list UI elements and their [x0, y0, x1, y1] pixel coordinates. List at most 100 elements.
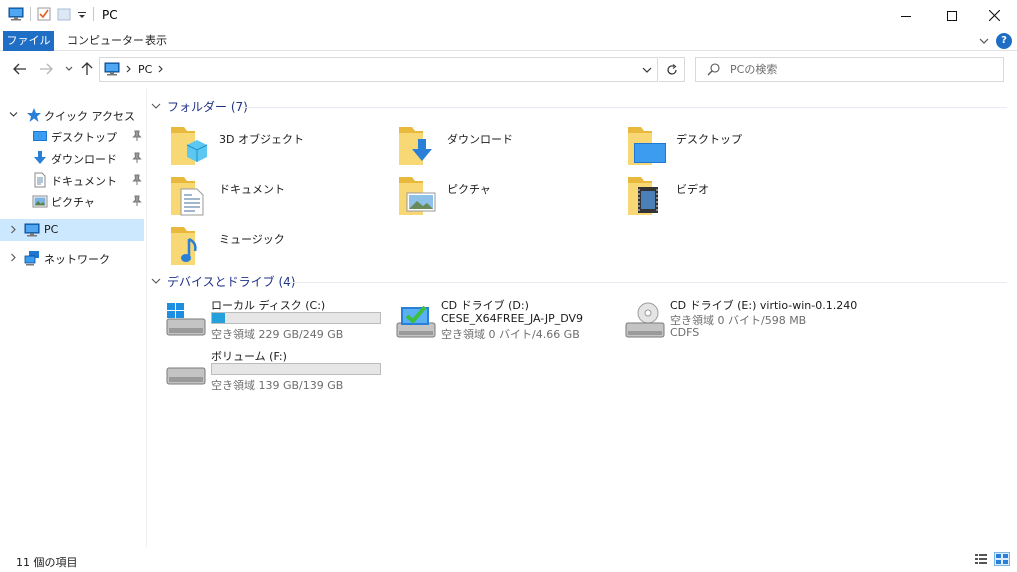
this-pc-icon — [104, 62, 120, 76]
refresh-icon — [666, 63, 677, 75]
chevron-right-icon[interactable] — [126, 65, 132, 73]
drive-item-f[interactable]: ボリューム (F:) 空き領域 139 GB/139 GB — [163, 348, 393, 394]
drive-name: CD ドライブ (D:) — [441, 299, 529, 312]
forward-button[interactable] — [38, 61, 54, 77]
folder-name: ミュージック — [219, 233, 285, 246]
drive-free-space: 空き領域 0 バイト/4.66 GB — [441, 328, 580, 341]
tab-file[interactable]: ファイル — [3, 31, 54, 51]
drive-usage-bar — [211, 312, 381, 324]
windows-drive-icon — [166, 303, 206, 336]
folder-item-desktop[interactable]: デスクトップ — [624, 125, 844, 171]
status-bar: 11 個の項目 — [0, 548, 1017, 572]
documents-folder-icon — [171, 177, 204, 216]
customize-toolbar-icon[interactable] — [77, 7, 87, 21]
sidebar-item-label: PC — [44, 223, 59, 236]
drive-name: ボリューム (F:) — [211, 350, 287, 363]
folder-name: ドキュメント — [219, 183, 285, 196]
toolbar-separator — [30, 7, 31, 21]
help-button[interactable]: ? — [996, 33, 1012, 49]
refresh-button[interactable] — [659, 57, 685, 82]
drive-free-space: 空き領域 139 GB/139 GB — [211, 379, 344, 392]
address-bar[interactable]: PC — [99, 57, 658, 82]
folder-item-documents[interactable]: ドキュメント — [167, 175, 387, 221]
pin-icon[interactable] — [132, 174, 142, 186]
expand-ribbon-icon[interactable] — [978, 35, 990, 47]
folder-name: ビデオ — [676, 183, 709, 196]
group-header-drives[interactable]: デバイスとドライブ (4) — [151, 272, 295, 290]
back-button[interactable] — [12, 61, 28, 77]
tab-view[interactable]: 表示 — [136, 31, 176, 51]
maximize-button[interactable] — [929, 0, 975, 31]
sidebar-item-pc[interactable]: PC — [0, 219, 144, 241]
up-button[interactable] — [79, 61, 95, 77]
folder-item-downloads[interactable]: ダウンロード — [395, 125, 615, 171]
hard-drive-icon — [166, 367, 206, 385]
chevron-right-icon[interactable] — [9, 253, 18, 262]
details-view-icon[interactable] — [974, 553, 988, 565]
navigation-bar: PC — [0, 51, 1017, 89]
breadcrumb-pc[interactable]: PC — [138, 63, 152, 76]
sidebar-item-pictures[interactable]: ピクチャ — [0, 190, 144, 212]
sidebar-item-quick-access[interactable]: クイック アクセス — [0, 104, 144, 126]
folder-name: 3D オブジェクト — [219, 133, 304, 146]
tiles-view-icon[interactable] — [994, 552, 1010, 566]
sidebar-item-label: ネットワーク — [44, 253, 110, 266]
3d-objects-folder-icon — [171, 127, 208, 165]
music-folder-icon — [171, 227, 197, 265]
folder-name: デスクトップ — [676, 133, 742, 146]
properties-icon[interactable] — [37, 7, 51, 21]
folder-item-music[interactable]: ミュージック — [167, 225, 387, 271]
sidebar-item-desktop[interactable]: デスクトップ — [0, 125, 144, 147]
folder-item-videos[interactable]: ビデオ — [624, 175, 844, 221]
arrow-up-icon — [81, 62, 93, 75]
pin-icon[interactable] — [132, 152, 142, 164]
documents-icon — [34, 172, 46, 188]
drive-volume-label: CESE_X64FREE_JA-JP_DV9 — [441, 312, 584, 325]
this-pc-icon — [8, 7, 24, 21]
close-button[interactable] — [971, 0, 1017, 31]
sidebar-item-documents[interactable]: ドキュメント — [0, 169, 144, 191]
drive-item-c[interactable]: ローカル ディスク (C:) 空き領域 229 GB/249 GB — [163, 297, 393, 343]
chevron-down-icon[interactable] — [9, 110, 18, 119]
search-input[interactable] — [730, 61, 990, 78]
minimize-button[interactable] — [883, 0, 929, 31]
chevron-down-icon — [151, 103, 161, 109]
chevron-right-icon[interactable] — [9, 225, 18, 234]
chevron-down-icon — [642, 67, 652, 73]
search-box[interactable] — [695, 57, 1004, 82]
chevron-right-icon[interactable] — [158, 65, 164, 73]
drive-usage-bar — [211, 363, 381, 375]
new-folder-icon[interactable] — [57, 7, 71, 21]
chevron-down-icon — [151, 278, 161, 284]
group-header-folders[interactable]: フォルダー (7) — [151, 97, 248, 115]
group-title: デバイスとドライブ (4) — [167, 274, 296, 289]
this-pc-icon — [24, 223, 40, 237]
pin-icon[interactable] — [132, 130, 142, 142]
drive-item-d[interactable]: CD ドライブ (D:) CESE_X64FREE_JA-JP_DV9 空き領域… — [393, 297, 623, 343]
download-icon — [34, 151, 46, 164]
window-title: PC — [102, 8, 118, 22]
folder-item-pictures[interactable]: ピクチャ — [395, 175, 615, 221]
folder-name: ダウンロード — [447, 133, 513, 146]
address-history-button[interactable] — [637, 58, 657, 81]
folder-item-3d-objects[interactable]: 3D オブジェクト — [167, 125, 387, 171]
sidebar-item-label: クイック アクセス — [44, 110, 135, 123]
pictures-folder-icon — [399, 177, 436, 215]
group-divider — [242, 107, 1007, 108]
recent-locations-button[interactable] — [61, 61, 77, 77]
downloads-folder-icon — [399, 127, 432, 165]
drive-item-e[interactable]: CD ドライブ (E:) virtio-win-0.1.240 空き領域 0 バ… — [622, 297, 857, 343]
sidebar-item-downloads[interactable]: ダウンロード — [0, 147, 144, 169]
drive-filesystem: CDFS — [670, 326, 700, 339]
quick-access-toolbar — [8, 7, 94, 21]
drive-usage-fill — [212, 313, 226, 323]
drive-free-space: 空き領域 229 GB/249 GB — [211, 328, 344, 341]
toolbar-separator — [93, 7, 94, 21]
maximize-icon — [947, 10, 957, 21]
folder-name: ピクチャ — [447, 183, 491, 196]
sidebar-item-label: ダウンロード — [51, 153, 117, 166]
pin-icon[interactable] — [132, 195, 142, 207]
sidebar-item-network[interactable]: ネットワーク — [0, 247, 144, 269]
desktop-folder-icon — [628, 127, 666, 165]
close-icon — [988, 10, 1000, 21]
